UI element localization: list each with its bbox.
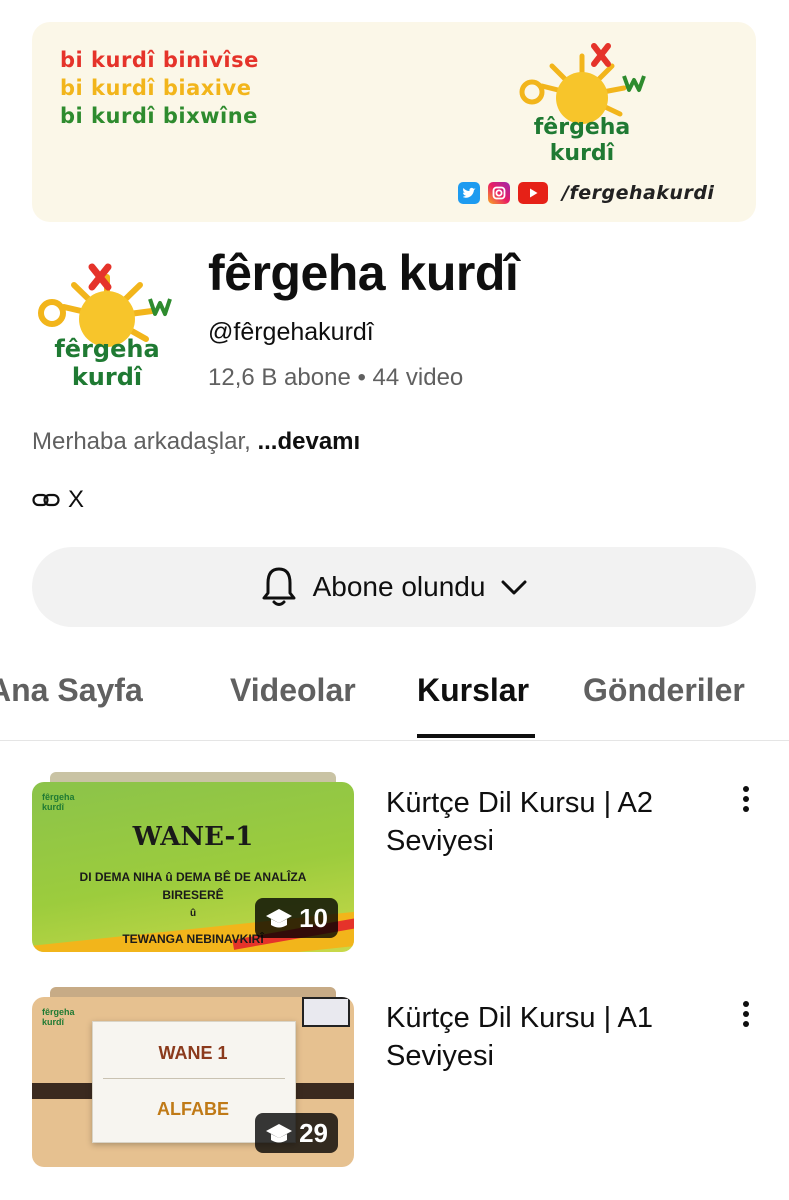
tab-courses[interactable]: Kurslar <box>417 672 529 709</box>
read-more-link[interactable]: ...devamı <box>257 428 360 455</box>
active-tab-indicator <box>417 734 535 738</box>
channel-link[interactable]: X <box>32 486 84 514</box>
avatar-logo: fêrgeha kurdî <box>38 263 172 391</box>
description-text: Merhaba arkadaşlar, <box>32 428 258 455</box>
banner-slogan-speak: bi kurdî biaxive <box>60 76 252 100</box>
link-label: X <box>68 486 85 513</box>
course-thumbnail-image: fêrgeha kurdî WANE-1 DI DEMA NIHA û DEMA… <box>32 782 354 952</box>
channel-title: fêrgeha kurdî <box>208 245 519 301</box>
playlist-stack <box>50 987 336 997</box>
lesson-count: 10 <box>299 902 328 933</box>
tab-home[interactable]: Ana Sayfa <box>0 672 143 709</box>
channel-handle: @fêrgehakurdî <box>208 318 374 346</box>
thumb-logo: fêrgeha kurdî <box>42 792 75 812</box>
banner-logo: fêrgeha kurdî <box>519 43 646 166</box>
banner-social-links: /fergehakurdi <box>458 182 714 204</box>
subscribed-label: Abone olundu <box>312 571 486 602</box>
channel-tabs: Ana Sayfa Videolar Kurslar Gönderiler <box>0 650 789 741</box>
lesson-count-badge: 10 <box>255 898 338 938</box>
channel-avatar[interactable]: fêrgeha kurdî <box>32 255 182 405</box>
link-icon <box>32 493 60 507</box>
lesson-count-badge: 29 <box>255 1113 338 1153</box>
thumb-heading: WANE-1 <box>132 822 254 852</box>
course-thumbnail[interactable]: WANE 1 ALFABE fêrgeha kurdî 29 <box>32 987 354 1167</box>
course-thumbnail[interactable]: fêrgeha kurdî WANE-1 DI DEMA NIHA û DEMA… <box>32 772 354 952</box>
course-thumbnail-image: WANE 1 ALFABE fêrgeha kurdî 29 <box>32 997 354 1167</box>
graduation-cap-icon <box>266 909 293 928</box>
channel-description[interactable]: Merhaba arkadaşlar, ...devamı <box>32 428 360 456</box>
twitter-icon <box>458 182 480 204</box>
banner-slogan-read: bi kurdî bixwîne <box>60 104 258 128</box>
graduation-cap-icon <box>266 1124 293 1143</box>
course-item[interactable]: fêrgeha kurdî WANE-1 DI DEMA NIHA û DEMA… <box>32 772 756 952</box>
tab-posts[interactable]: Gönderiler <box>583 672 745 709</box>
banner-logo-text-1: fêrgeha <box>534 115 631 140</box>
youtube-icon <box>518 182 548 204</box>
bell-icon <box>262 567 296 606</box>
banner-social-handle: /fergehakurdi <box>562 182 715 204</box>
more-options-icon[interactable] <box>736 1001 756 1027</box>
banner-slogan-write: bi kurdî binivîse <box>60 48 259 72</box>
avatar-logo-text-1: fêrgeha <box>54 335 159 363</box>
banner-logo-text-2: kurdî <box>550 141 615 166</box>
thumb-logo: fêrgeha kurdî <box>42 1007 75 1027</box>
channel-stats: 12,6 B abone • 44 video <box>208 364 464 391</box>
avatar-logo-text-2: kurdî <box>72 363 143 391</box>
course-title[interactable]: Kürtçe Dil Kursu | A2 Seviyesi <box>386 784 706 860</box>
channel-banner: bi kurdî binivîse bi kurdî biaxive bi ku… <box>32 22 756 222</box>
thumb-heading: WANE 1 <box>158 1043 228 1063</box>
tab-videos[interactable]: Videolar <box>230 672 356 709</box>
thumb-line-1: DI DEMA NIHA û DEMA BÊ DE ANALÎZA <box>79 870 307 884</box>
more-options-icon[interactable] <box>736 786 756 812</box>
course-item[interactable]: WANE 1 ALFABE fêrgeha kurdî 29 Kürtçe Di… <box>32 987 756 1167</box>
course-title[interactable]: Kürtçe Dil Kursu | A1 Seviyesi <box>386 999 706 1075</box>
playlist-stack <box>50 772 336 782</box>
instagram-icon <box>488 182 510 204</box>
lesson-count: 29 <box>299 1117 328 1148</box>
chevron-down-icon <box>501 580 527 595</box>
subscribed-button[interactable]: Abone olundu <box>32 547 756 627</box>
presenter-inset <box>302 997 350 1027</box>
